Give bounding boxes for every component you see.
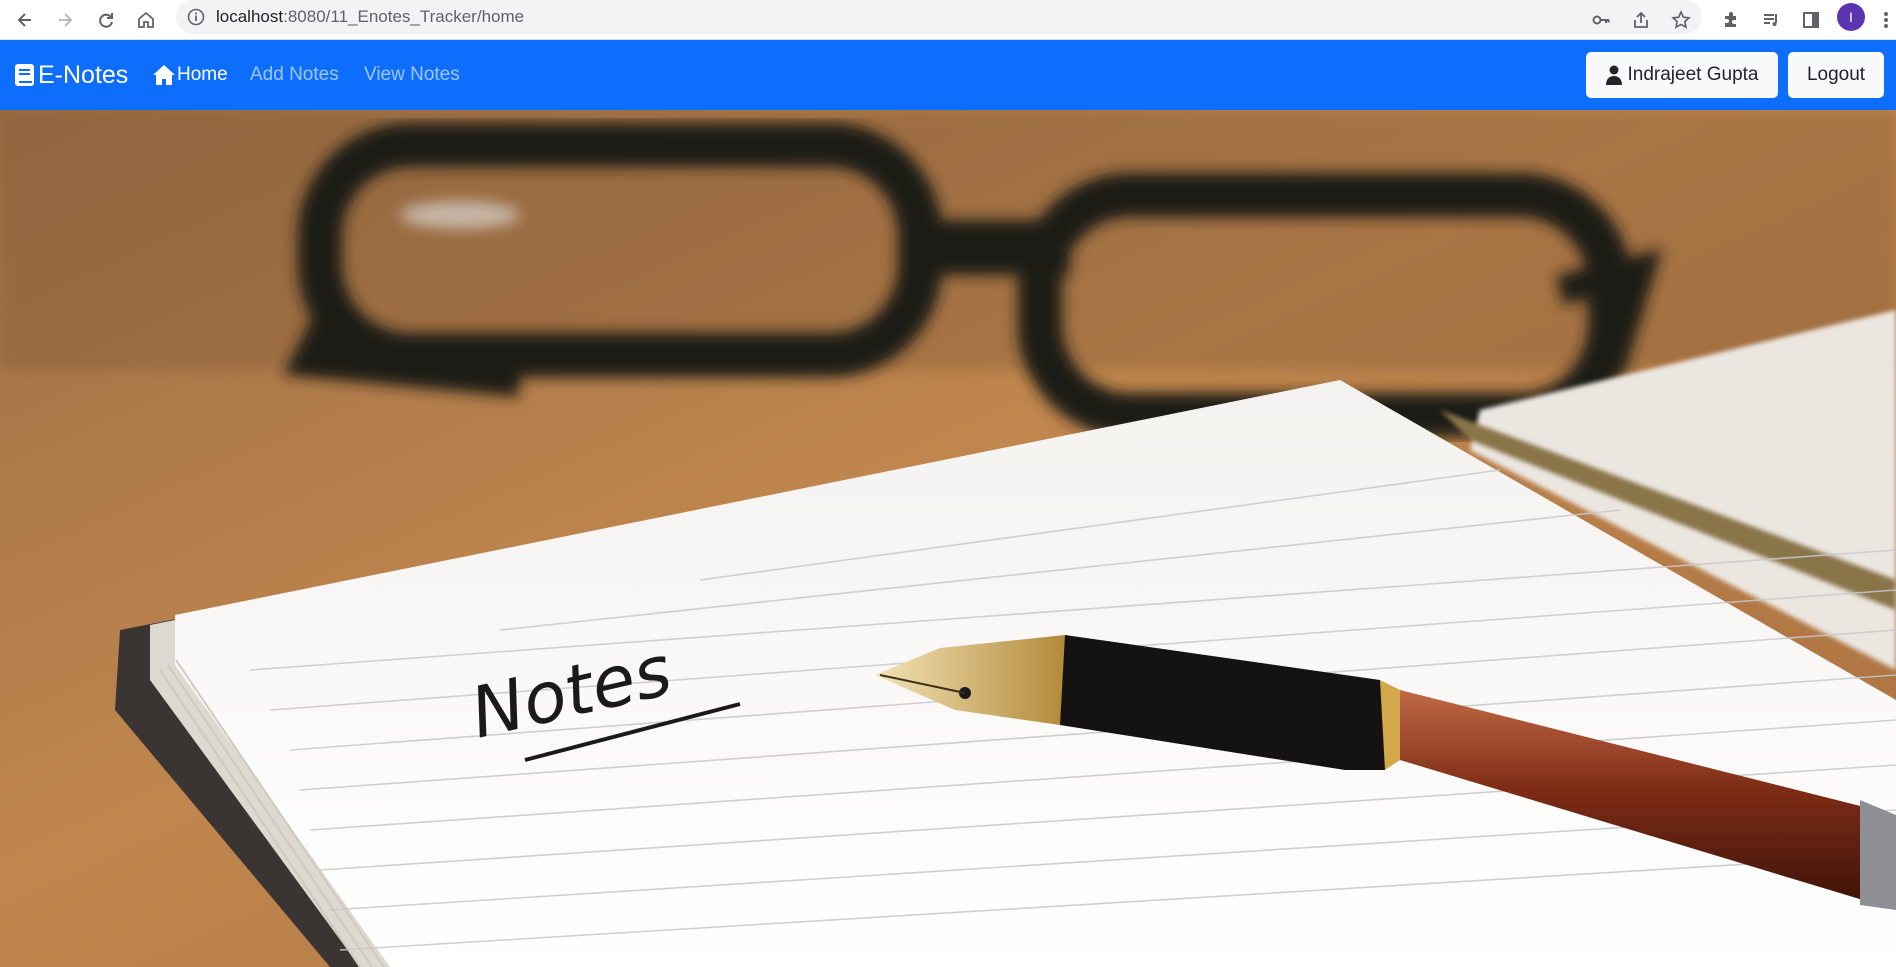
reload-icon[interactable] [92,6,120,34]
nav-view-notes-label: View Notes [364,64,460,85]
nav-home-link[interactable]: Home [152,62,228,88]
browser-menu-icon[interactable] [1876,6,1896,34]
user-name: Indrajeet Gupta [1627,64,1759,85]
side-panel-icon[interactable] [1797,6,1825,34]
brand-name: E-Notes [38,60,129,89]
share-icon[interactable] [1627,6,1655,34]
media-queue-icon[interactable] [1757,6,1785,34]
url-path: :8080/11_Enotes_Tracker/home [283,7,525,26]
extensions-icon[interactable] [1717,6,1745,34]
key-icon[interactable] [1587,6,1615,34]
home-icon[interactable] [132,6,160,34]
browser-toolbar: localhost:8080/11_Enotes_Tracker/home I [0,0,1896,40]
nav-view-notes-link[interactable]: View Notes [364,62,460,88]
user-profile-button[interactable]: Indrajeet Gupta [1586,52,1778,98]
site-info-icon[interactable] [186,7,206,27]
forward-arrow-icon[interactable] [51,6,79,34]
nav-add-notes-label: Add Notes [250,64,339,85]
app-navbar: E-Notes Home Add Notes View Notes Indraj… [0,40,1896,110]
url-host: localhost [216,7,284,26]
nav-add-notes-link[interactable]: Add Notes [250,62,339,88]
book-icon [15,64,34,86]
profile-avatar[interactable]: I [1837,3,1865,31]
logout-label: Logout [1806,64,1866,85]
nav-home-label: Home [177,64,228,85]
brand-link[interactable]: E-Notes [14,58,128,92]
back-arrow-icon[interactable] [11,6,39,34]
user-icon [1605,65,1622,85]
star-icon[interactable] [1667,6,1695,34]
house-icon [153,65,175,85]
logout-button[interactable]: Logout [1788,52,1884,98]
url-text: localhost:8080/11_Enotes_Tracker/home [216,7,524,27]
hero-image: Notes [0,110,1896,967]
